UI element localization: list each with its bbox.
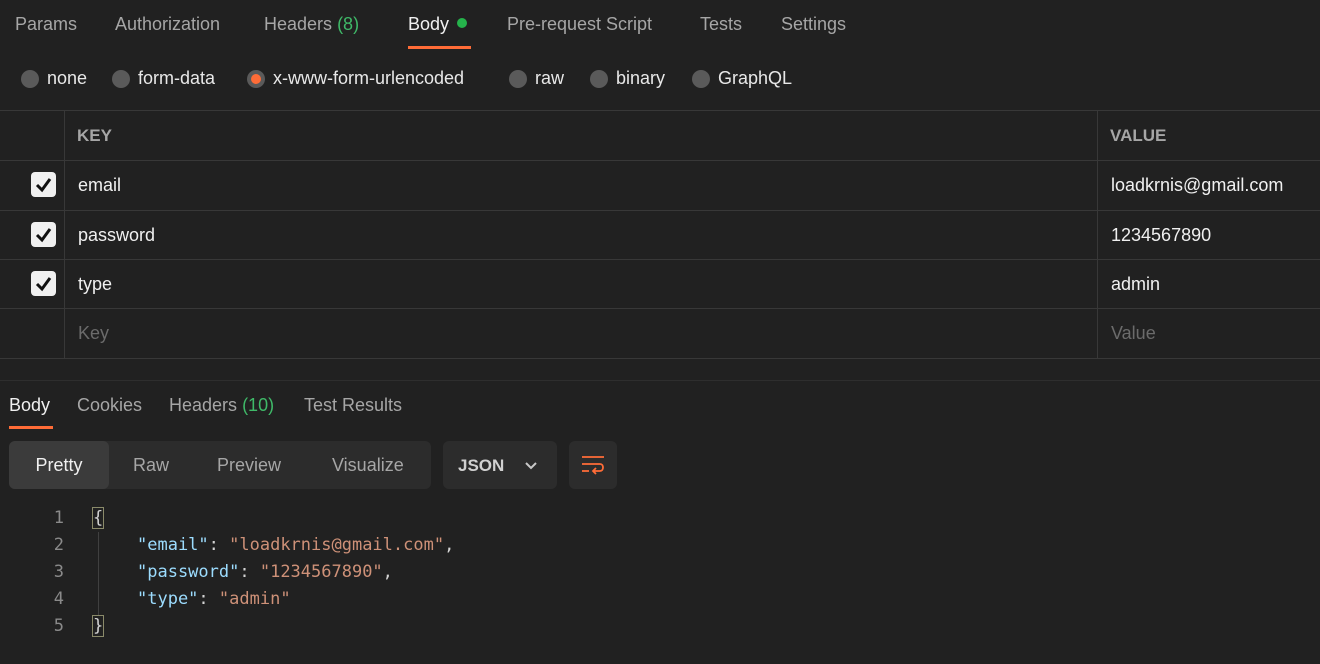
checkmark-icon [35,228,52,243]
mode-none-label: none [47,68,88,88]
row-key[interactable]: email [78,175,121,196]
json-value: "1234567890" [259,562,383,582]
row-value[interactable]: admin [1111,274,1160,295]
table-header-row: KEY VALUE [0,110,1320,160]
mode-none[interactable]: none [21,68,87,89]
response-headers-label: Headers [169,395,238,415]
request-tabs: Params Authorization Headers (8) Body Pr… [0,0,1320,52]
view-raw-button[interactable]: Raw [133,441,169,489]
mode-graphql-label: GraphQL [718,68,793,88]
response-tab-headers[interactable]: Headers (10) [169,395,274,416]
checkmark-icon [35,277,52,292]
row-checkbox[interactable] [31,172,56,197]
mode-form-data-label: form-data [138,68,216,88]
line-number: 4 [53,589,64,609]
row-value[interactable]: 1234567890 [1111,225,1211,246]
table-row: password 1234567890 [0,210,1320,260]
wrap-lines-button[interactable] [569,441,617,489]
tab-params[interactable]: Params [15,14,77,35]
response-tab-body-underline [9,426,53,429]
view-visualize-button[interactable]: Visualize [332,441,404,489]
checkmark-icon [35,178,52,193]
view-mode-switch: Pretty Raw Preview Visualize [9,441,431,489]
mode-raw-label: raw [535,68,565,88]
row-key[interactable]: type [78,274,112,295]
line-number: 3 [53,562,64,582]
tab-authorization[interactable]: Authorization [115,14,220,35]
radio-graphql[interactable] [692,69,710,88]
response-tabs: Body Cookies Headers (10) Test Results [0,380,1320,431]
response-headers-count: (10) [242,395,275,415]
response-tab-test-results[interactable]: Test Results [304,395,402,416]
code-line: "password": "1234567890", [137,562,393,582]
mode-binary-label: binary [616,68,666,88]
body-modified-dot [457,18,468,28]
mode-graphql[interactable]: GraphQL [692,68,792,89]
tab-headers-label: Headers [264,14,333,34]
mode-binary[interactable]: binary [590,68,665,89]
row-value[interactable]: loadkrnis@gmail.com [1111,175,1283,196]
radio-binary[interactable] [590,69,608,88]
tab-headers[interactable]: Headers (8) [264,14,359,35]
response-tab-body[interactable]: Body [9,395,50,416]
indent-guide [98,532,99,616]
headers-count-badge: (8) [337,14,360,34]
tab-prerequest-script[interactable]: Pre-request Script [507,14,652,35]
tab-body[interactable]: Body [408,14,468,35]
chevron-down-icon [525,462,537,470]
table-row: type admin [0,259,1320,309]
mode-urlencoded[interactable]: x-www-form-urlencoded [247,68,464,89]
table-row: email loadkrnis@gmail.com [0,160,1320,210]
radio-urlencoded[interactable] [247,69,265,88]
tab-body-underline [408,46,471,49]
radio-form-data[interactable] [112,69,130,88]
json-key: "email" [137,535,209,555]
json-key: "password" [137,562,240,582]
code-line: "email": "loadkrnis@gmail.com", [137,535,455,555]
format-label: JSON [458,456,505,475]
row-key[interactable]: password [78,225,155,246]
line-number: 2 [53,535,64,555]
response-tab-cookies[interactable]: Cookies [77,395,142,416]
close-brace: } [91,615,105,637]
json-value: "loadkrnis@gmail.com" [229,535,445,555]
new-key-input[interactable]: Key [78,323,109,344]
new-value-input[interactable]: Value [1111,323,1156,344]
wrap-lines-icon [582,456,604,475]
json-value: "admin" [218,589,291,609]
code-line: "type": "admin" [137,589,291,609]
mode-raw[interactable]: raw [509,68,564,89]
view-pretty-button[interactable]: Pretty [9,441,109,489]
line-number: 5 [53,616,64,636]
mode-form-data[interactable]: form-data [112,68,215,89]
row-checkbox[interactable] [31,271,56,296]
mode-urlencoded-label: x-www-form-urlencoded [273,68,465,88]
json-key: "type" [137,589,199,609]
body-mode-options: none form-data x-www-form-urlencoded raw… [0,68,1320,92]
tab-settings[interactable]: Settings [781,14,846,35]
table-new-row: Key Value [0,308,1320,359]
view-preview-button[interactable]: Preview [217,441,281,489]
format-dropdown[interactable]: JSON [443,441,557,489]
radio-raw[interactable] [509,69,527,88]
tab-body-label: Body [408,14,450,34]
response-toolbar: Pretty Raw Preview Visualize JSON [0,441,1320,489]
radio-none[interactable] [21,69,39,88]
open-brace: { [91,507,105,529]
row-checkbox[interactable] [31,222,56,247]
value-column-header: VALUE [1110,126,1167,145]
line-number: 1 [53,508,64,528]
tab-tests[interactable]: Tests [700,14,742,35]
key-column-header: KEY [77,126,112,145]
